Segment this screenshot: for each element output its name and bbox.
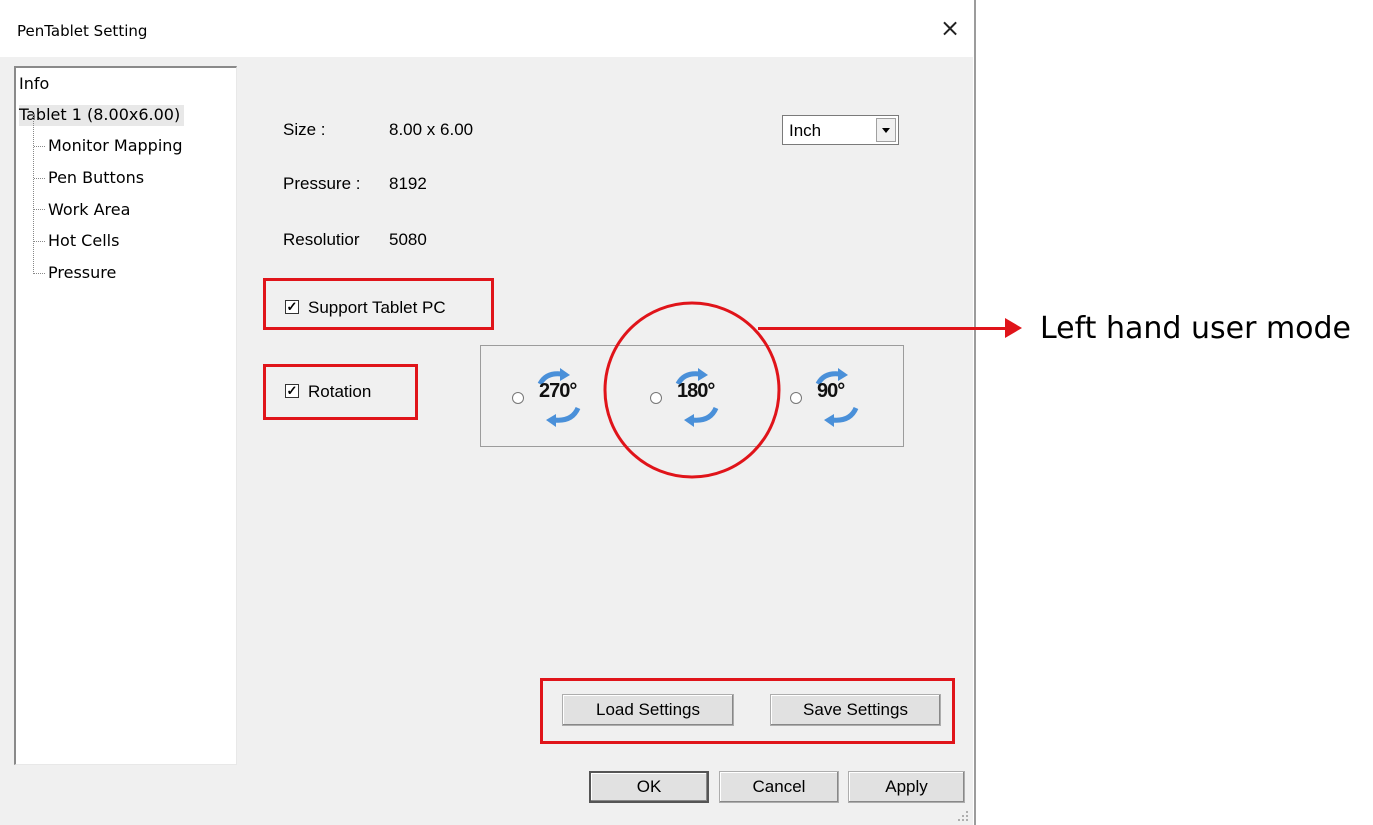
cancel-button[interactable]: Cancel [719, 771, 839, 803]
unit-select-value: Inch [789, 121, 822, 140]
tree-guide-branch [34, 209, 45, 210]
settings-tree: Info Tablet 1 (8.00x6.00) Monitor Mappin… [14, 66, 237, 765]
resolution-label: Resolutior [283, 230, 360, 249]
tree-item-info[interactable]: Info [19, 74, 49, 93]
highlight-settings-buttons [540, 678, 955, 744]
tree-guide-line [33, 114, 34, 274]
pressure-value: 8192 [389, 174, 427, 193]
size-value: 8.00 x 6.00 [389, 120, 474, 139]
annotation-label: Left hand user mode [1040, 311, 1352, 346]
rotation-90-label: 90° [817, 380, 845, 402]
title-bar: PenTablet Setting × [0, 0, 973, 57]
resolution-value: 5080 [389, 230, 427, 249]
tree-item-pressure[interactable]: Pressure [48, 263, 116, 282]
tree-guide-branch [34, 273, 45, 274]
tree-item-work-area[interactable]: Work Area [48, 200, 130, 219]
window-edge [974, 0, 976, 825]
tree-item-monitor-mapping[interactable]: Monitor Mapping [48, 136, 183, 155]
ok-button[interactable]: OK [589, 771, 709, 803]
rotation-90-radio[interactable] [790, 392, 802, 404]
pressure-label: Pressure : [283, 174, 361, 193]
rotation-270-label: 270° [539, 380, 577, 402]
highlight-support-tablet-pc [263, 278, 494, 330]
tree-item-pen-buttons[interactable]: Pen Buttons [48, 168, 144, 187]
highlight-circle-180 [603, 301, 781, 479]
tree-item-tablet-label: Tablet 1 (8.00x6.00) [19, 105, 185, 126]
chevron-down-icon[interactable] [876, 118, 896, 142]
annotation-connector-line [758, 327, 1010, 330]
arrow-right-icon [1005, 318, 1022, 338]
tree-guide-branch [34, 146, 45, 147]
size-label: Size : [283, 120, 326, 139]
pentablet-settings-dialog: PenTablet Setting × Info Tablet 1 (8.00x… [0, 0, 973, 825]
unit-select[interactable]: Inch [782, 115, 899, 145]
close-icon[interactable]: × [930, 10, 970, 46]
tree-guide-branch [34, 241, 45, 242]
rotation-270-radio[interactable] [512, 392, 524, 404]
apply-button[interactable]: Apply [848, 771, 965, 803]
tree-guide-branch [34, 178, 45, 179]
tree-item-hot-cells[interactable]: Hot Cells [48, 231, 119, 250]
rotation-270-option[interactable]: 270° [512, 368, 592, 428]
resize-grip-icon[interactable] [955, 808, 969, 822]
window-title: PenTablet Setting [17, 22, 148, 40]
rotation-90-option[interactable]: 90° [790, 368, 870, 428]
highlight-rotation [263, 364, 418, 420]
tree-item-tablet[interactable]: Tablet 1 (8.00x6.00) [19, 105, 185, 126]
